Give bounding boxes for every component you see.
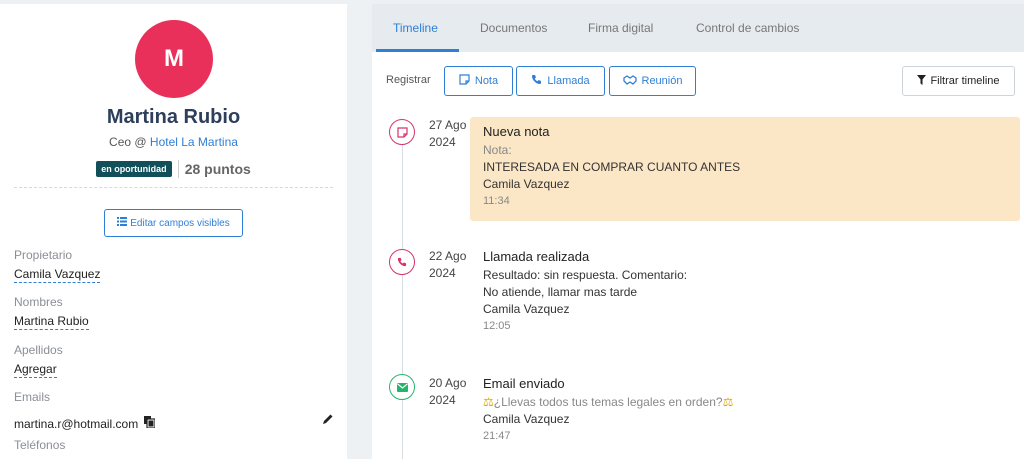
date-day: 20 Ago xyxy=(429,376,467,390)
date-year: 2024 xyxy=(429,135,456,149)
call-comment: No atiende, llamar mas tarde xyxy=(483,285,638,299)
timeline-date: 27 Ago 2024 xyxy=(429,117,466,151)
active-tab-indicator xyxy=(376,49,459,52)
timeline-title: Email enviado xyxy=(483,376,565,391)
first-names-value[interactable]: Martina Rubio xyxy=(14,314,89,330)
tab-bar: Timeline Documentos Firma digital Contro… xyxy=(372,4,1024,52)
tab-digital-signature[interactable]: Firma digital xyxy=(588,21,653,35)
list-icon xyxy=(117,217,128,229)
date-day: 22 Ago xyxy=(429,249,467,263)
badges-row: en oportunidad 28 puntos xyxy=(0,160,347,178)
divider xyxy=(14,187,333,188)
avatar-letter: M xyxy=(164,45,184,72)
filter-icon xyxy=(917,74,927,88)
edit-visible-fields-button[interactable]: Editar campos visibles xyxy=(104,209,243,237)
tab-documents[interactable]: Documentos xyxy=(480,21,547,35)
timeline-item-call: Llamada realizada Resultado: sin respues… xyxy=(483,248,687,335)
timeline-time: 12:05 xyxy=(483,320,511,332)
role-prefix: Ceo @ xyxy=(109,135,147,149)
add-meeting-label: Reunión xyxy=(641,75,683,87)
timeline-time: 11:34 xyxy=(483,195,510,207)
email-subject-row: ⚖¿Llevas todos tus temas legales en orde… xyxy=(483,394,733,411)
timeline-time: 21:47 xyxy=(483,430,511,442)
emails-label: Emails xyxy=(14,390,51,404)
add-note-label: Nota xyxy=(474,75,499,87)
timeline-date: 20 Ago 2024 xyxy=(429,375,466,409)
add-meeting-button[interactable]: Reunión xyxy=(609,66,696,96)
note-text: INTERESADA EN COMPRAR CUANTO ANTES xyxy=(483,160,741,174)
divider xyxy=(177,160,179,178)
envelope-icon xyxy=(389,374,415,400)
note-icon xyxy=(459,74,470,88)
company-link[interactable]: Hotel La Martina xyxy=(150,135,238,149)
handshake-icon xyxy=(622,74,637,88)
timeline-item-note: Nueva nota Nota: INTERESADA EN COMPRAR C… xyxy=(483,123,740,210)
activity-panel: Timeline Documentos Firma digital Contro… xyxy=(372,4,1024,459)
timeline-item-email: Email enviado ⚖¿Llevas todos tus temas l… xyxy=(483,375,733,445)
timeline-title: Nueva nota xyxy=(483,124,550,139)
last-names-label: Apellidos xyxy=(14,343,63,357)
contact-role: Ceo @ Hotel La Martina xyxy=(0,135,347,149)
filter-timeline-label: Filtrar timeline xyxy=(930,75,1000,87)
date-year: 2024 xyxy=(429,393,456,407)
email-row: martina.r@hotmail.com xyxy=(14,416,156,431)
scales-icon: ⚖ xyxy=(483,395,494,409)
phones-label: Teléfonos xyxy=(14,438,66,452)
call-result: Resultado: sin respuesta. Comentario: xyxy=(483,268,688,282)
filter-timeline-button[interactable]: Filtrar timeline xyxy=(902,66,1015,96)
tab-timeline[interactable]: Timeline xyxy=(393,21,438,35)
timeline-line xyxy=(402,130,403,459)
timeline-author: Camila Vazquez xyxy=(483,412,570,426)
scales-icon: ⚖ xyxy=(722,395,734,409)
timeline-title: Llamada realizada xyxy=(483,249,590,264)
copy-icon[interactable] xyxy=(144,416,156,431)
avatar: M xyxy=(135,20,213,98)
timeline-author: Camila Vazquez xyxy=(483,177,570,191)
contact-panel: M Martina Rubio Ceo @ Hotel La Martina e… xyxy=(0,4,347,459)
timeline-author: Camila Vazquez xyxy=(483,302,570,316)
first-names-label: Nombres xyxy=(14,295,63,309)
register-label: Registrar xyxy=(386,74,431,86)
points-count: 28 puntos xyxy=(184,161,251,177)
add-call-button[interactable]: Llamada xyxy=(516,66,605,96)
phone-icon xyxy=(531,74,542,88)
add-note-button[interactable]: Nota xyxy=(444,66,513,96)
date-year: 2024 xyxy=(429,266,456,280)
email-value: martina.r@hotmail.com xyxy=(14,416,139,431)
owner-value[interactable]: Camila Vazquez xyxy=(14,267,101,283)
pencil-icon[interactable] xyxy=(322,413,334,428)
note-icon xyxy=(389,119,415,145)
timeline-date: 22 Ago 2024 xyxy=(429,248,466,282)
add-call-label: Llamada xyxy=(547,75,590,87)
status-badge: en oportunidad xyxy=(96,161,172,177)
phone-icon xyxy=(389,249,415,275)
note-label: Nota: xyxy=(483,143,512,157)
tab-change-control[interactable]: Control de cambios xyxy=(696,21,799,35)
last-names-value[interactable]: Agregar xyxy=(14,362,57,378)
owner-label: Propietario xyxy=(14,248,73,262)
date-day: 27 Ago xyxy=(429,118,467,132)
edit-visible-fields-label: Editar campos visibles xyxy=(130,217,230,229)
contact-name: Martina Rubio xyxy=(106,106,241,128)
email-subject: ¿Llevas todos tus temas legales en orden… xyxy=(493,395,723,409)
